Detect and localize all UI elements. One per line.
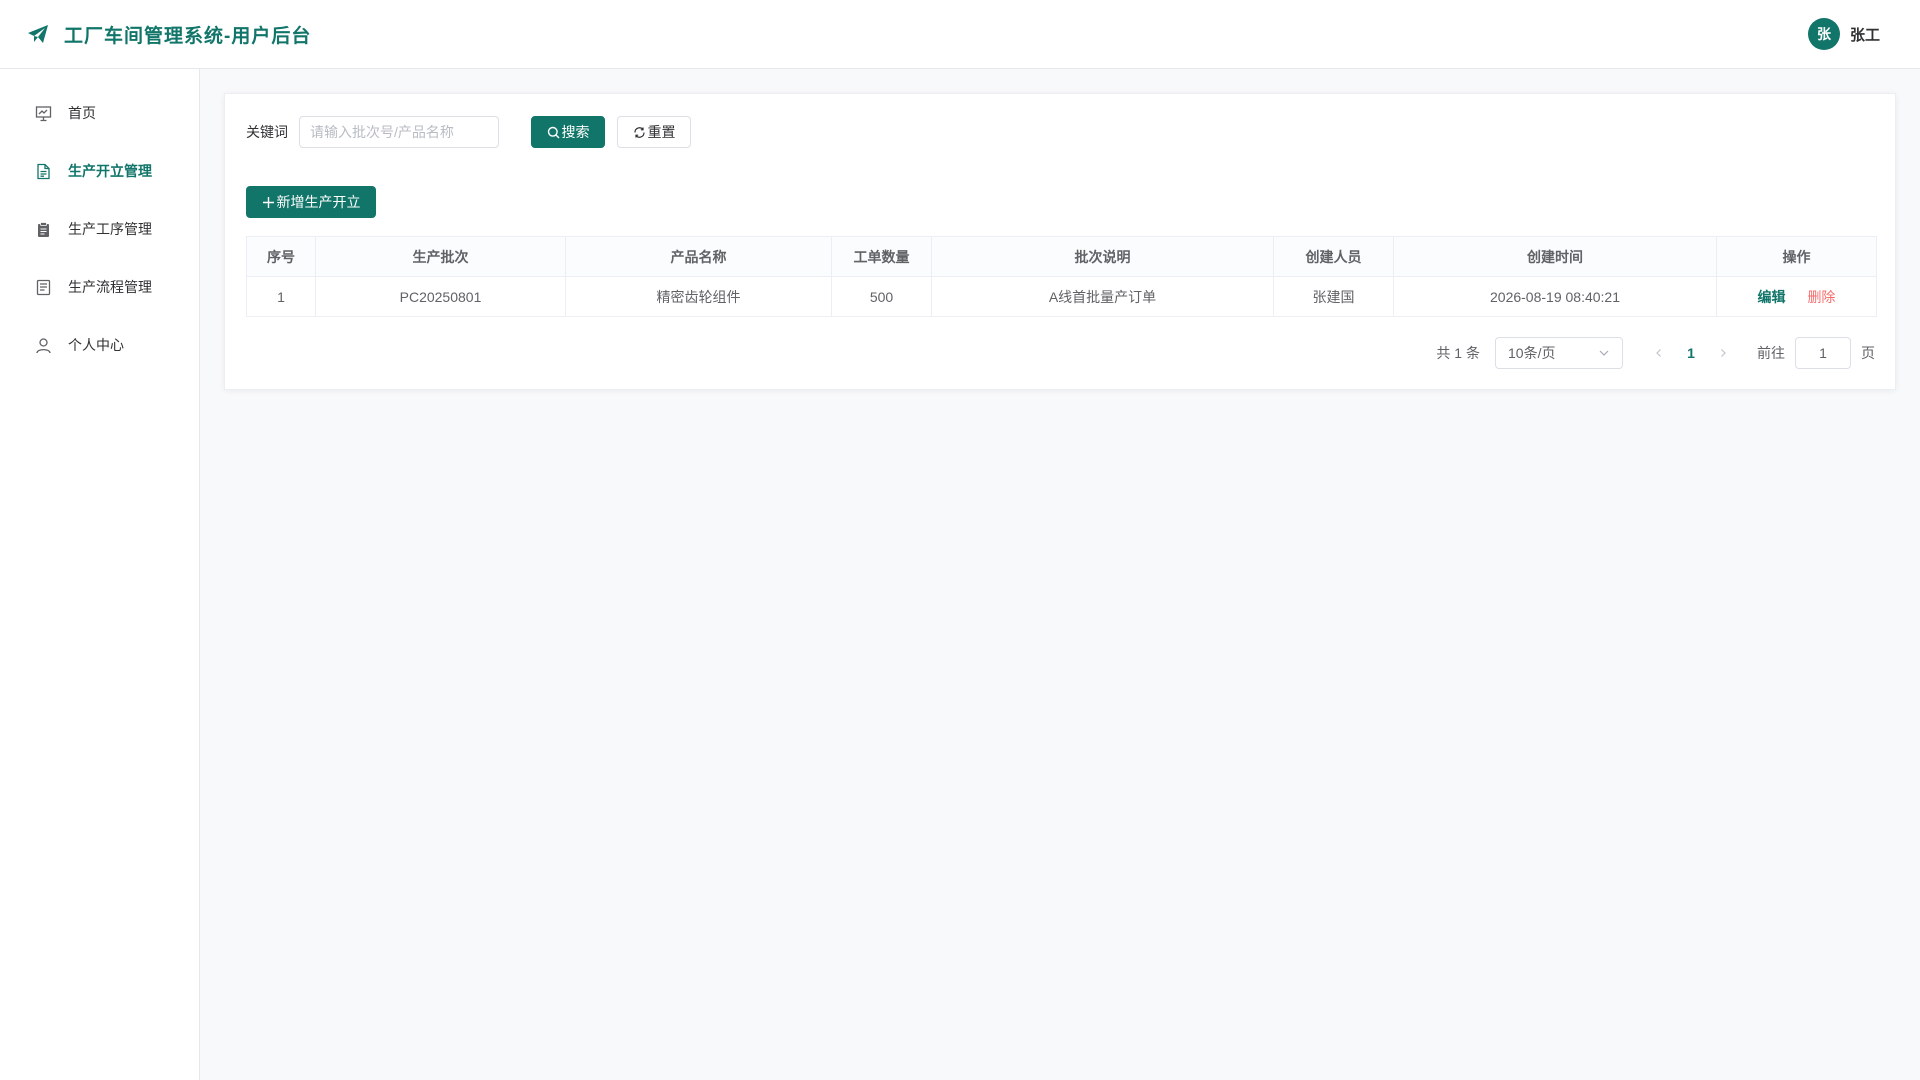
cell-created-at: 2026-08-19 08:40:21: [1393, 276, 1717, 317]
chevron-right-icon: [1721, 349, 1726, 357]
search-button-label: 搜索: [561, 124, 590, 140]
sidebar-item-label: 个人中心: [68, 337, 124, 353]
user-menu[interactable]: 张 张工: [1807, 18, 1880, 50]
plus-icon: [262, 196, 275, 209]
page-number[interactable]: 1: [1675, 345, 1707, 361]
delete-link[interactable]: 删除: [1807, 289, 1835, 305]
user-name[interactable]: 张工: [1850, 24, 1880, 45]
total-count: 共 1 条: [1436, 345, 1480, 361]
next-page-button[interactable]: [1707, 348, 1739, 358]
reset-button-label: 重置: [647, 124, 676, 140]
keyword-input[interactable]: [299, 116, 499, 148]
chevron-down-icon: [1598, 347, 1610, 359]
sidebar-item-flow[interactable]: 生产流程管理: [0, 258, 199, 316]
edit-link[interactable]: 编辑: [1758, 289, 1786, 305]
column-header: 产品名称: [565, 236, 832, 277]
cell-batch: PC20250801: [315, 276, 566, 317]
sidebar: 首页 生产开立管理 生产工序管理 生产流程管理 个人中心: [0, 69, 200, 1080]
goto-label: 前往: [1757, 345, 1785, 361]
table-header-row: 序号 生产批次 产品名称 工单数量 批次说明 创建人员 创建时间 操作: [246, 236, 1877, 277]
sidebar-item-label: 生产开立管理: [68, 163, 152, 179]
goto-page-input[interactable]: [1795, 337, 1851, 369]
column-header: 批次说明: [931, 236, 1274, 277]
search-bar: 关键词 搜索 重置: [246, 116, 691, 148]
table-row: 1 PC20250801 精密齿轮组件 500 A线首批量产订单 张建国 202…: [246, 276, 1877, 317]
cell-actions: 编辑 删除: [1716, 276, 1877, 317]
cell-index: 1: [246, 276, 316, 317]
prev-page-button[interactable]: [1643, 348, 1675, 358]
content-card: 关键词 搜索 重置 新增生产开立 序号: [224, 93, 1896, 390]
document-icon: [35, 163, 52, 180]
column-header: 工单数量: [831, 236, 932, 277]
reset-button[interactable]: 重置: [617, 116, 691, 148]
brand: 工厂车间管理系统-用户后台: [26, 21, 311, 48]
clipboard-icon: [35, 221, 52, 238]
top-header: 工厂车间管理系统-用户后台 张 张工: [0, 0, 1920, 69]
column-header: 创建人员: [1273, 236, 1394, 277]
add-production-button[interactable]: 新增生产开立: [246, 186, 376, 218]
search-icon: [547, 126, 560, 139]
user-icon: [35, 337, 52, 354]
search-button[interactable]: 搜索: [531, 116, 605, 148]
list-document-icon: [35, 279, 52, 296]
pagination: 共 1 条 10条/页 1 前往 页: [1436, 337, 1875, 369]
column-header: 序号: [246, 236, 316, 277]
sidebar-item-home[interactable]: 首页: [0, 84, 199, 142]
chevron-left-icon: [1656, 349, 1661, 357]
goto-suffix: 页: [1861, 345, 1875, 361]
column-header: 创建时间: [1393, 236, 1717, 277]
sidebar-item-label: 首页: [68, 105, 96, 121]
avatar[interactable]: 张: [1807, 18, 1840, 50]
sidebar-item-label: 生产流程管理: [68, 279, 152, 295]
paper-plane-icon: [26, 22, 50, 46]
cell-quantity: 500: [831, 276, 932, 317]
presentation-icon: [35, 105, 52, 122]
cell-creator: 张建国: [1273, 276, 1394, 317]
app-title: 工厂车间管理系统-用户后台: [64, 25, 312, 47]
add-button-label: 新增生产开立: [276, 194, 361, 210]
sidebar-item-profile[interactable]: 个人中心: [0, 316, 199, 374]
cell-product: 精密齿轮组件: [565, 276, 832, 317]
page-size-select[interactable]: 10条/页: [1495, 337, 1623, 369]
cell-description: A线首批量产订单: [931, 276, 1274, 317]
column-header: 生产批次: [315, 236, 566, 277]
refresh-icon: [633, 126, 646, 139]
production-table: 序号 生产批次 产品名称 工单数量 批次说明 创建人员 创建时间 操作 1 PC…: [246, 236, 1877, 317]
sidebar-item-process[interactable]: 生产工序管理: [0, 200, 199, 258]
keyword-label: 关键词: [246, 124, 288, 140]
page-size-value: 10条/页: [1508, 345, 1556, 361]
sidebar-item-production-open[interactable]: 生产开立管理: [0, 142, 199, 200]
sidebar-item-label: 生产工序管理: [68, 221, 152, 237]
column-header: 操作: [1716, 236, 1877, 277]
